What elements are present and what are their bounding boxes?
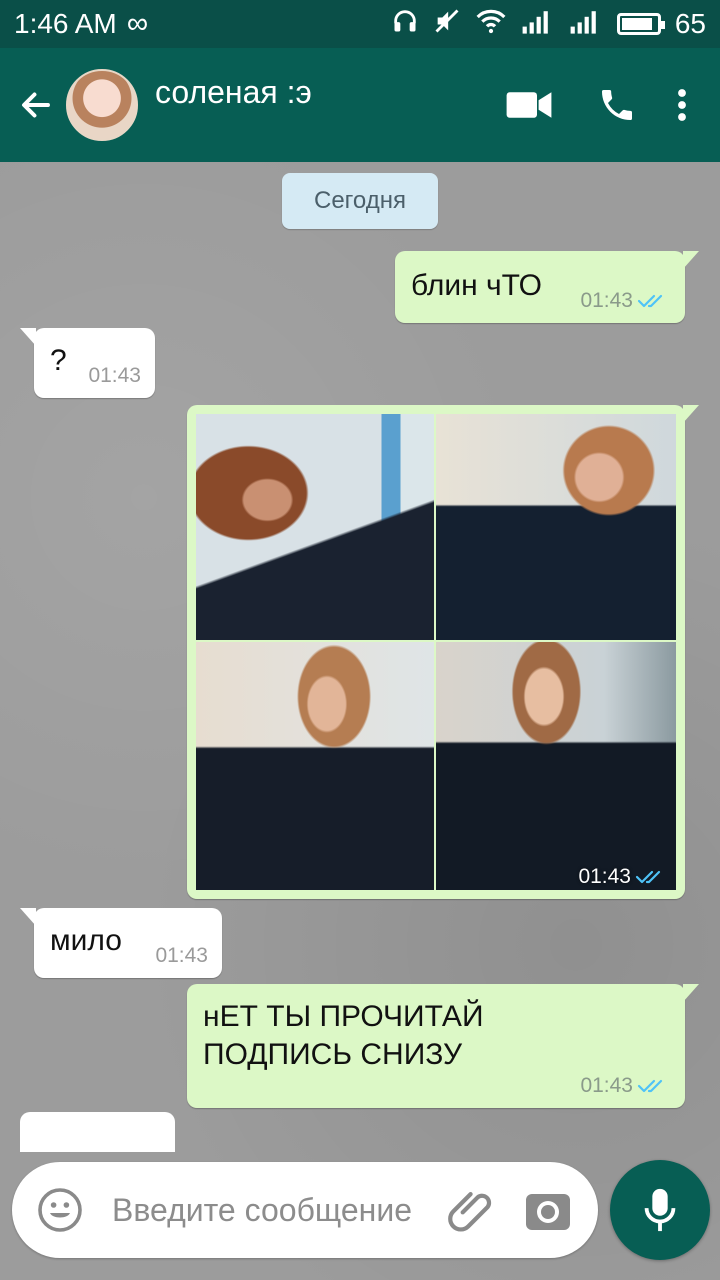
signal-icon: [521, 7, 555, 42]
message-incoming-partial[interactable]: [20, 1112, 175, 1152]
message-time: 01:43: [155, 944, 208, 967]
double-check-icon: [637, 294, 663, 308]
message-meta: 01:43: [578, 865, 669, 889]
camera-icon: [526, 1194, 570, 1230]
message-outgoing[interactable]: блин чТО 01:43: [395, 251, 699, 323]
status-bar: 1:46 AM ∞ 65: [0, 0, 720, 48]
mic-icon: [644, 1188, 676, 1232]
message-meta: 01:43: [580, 1074, 671, 1098]
signal-icon: [569, 7, 603, 42]
phone-call-icon: [602, 90, 632, 120]
headphones-icon: [391, 7, 419, 42]
photo-tile: [196, 414, 434, 640]
back-button[interactable]: [6, 75, 66, 135]
message-input[interactable]: [112, 1184, 462, 1236]
chat-area[interactable]: Сегодня блин чТО 01:43 ? 01:43 01:43 мил…: [0, 162, 720, 1280]
chat-header: соленая :э: [0, 48, 720, 162]
status-left: 1:46 AM ∞: [14, 7, 148, 41]
avatar[interactable]: [66, 69, 138, 141]
message-outgoing[interactable]: нЕТ ТЫ ПРОЧИТАЙ ПОДПИСЬ СНИЗУ 01:43: [187, 984, 699, 1108]
double-check-icon: [635, 870, 661, 884]
voice-record-button[interactable]: [610, 1160, 710, 1260]
message-line: нЕТ ТЫ ПРОЧИТАЙ: [203, 1000, 484, 1033]
emoji-button[interactable]: [36, 1186, 84, 1234]
message-time: 01:43: [578, 865, 631, 888]
emoji-icon: [38, 1188, 82, 1232]
message-text: нЕТ ТЫ ПРОЧИТАЙ ПОДПИСЬ СНИЗУ: [203, 998, 484, 1074]
attach-icon: [448, 1192, 492, 1232]
video-call-icon: [506, 92, 552, 118]
message-incoming[interactable]: мило 01:43: [20, 908, 222, 978]
back-arrow-icon: [22, 92, 50, 118]
message-meta: 01:43: [580, 289, 671, 313]
message-incoming[interactable]: ? 01:43: [20, 328, 155, 398]
voice-call-button[interactable]: [582, 70, 652, 140]
message-time: 01:43: [580, 289, 633, 312]
date-chip: Сегодня: [282, 173, 438, 229]
battery-icon: [616, 13, 665, 35]
camera-button[interactable]: [522, 1186, 574, 1234]
photo-tile: [196, 642, 434, 890]
message-text: ?: [50, 344, 67, 377]
message-text: мило: [50, 924, 122, 957]
message-time: 01:43: [580, 1074, 633, 1097]
attach-button[interactable]: [444, 1182, 500, 1238]
mute-icon: [433, 7, 461, 42]
message-line: ПОДПИСЬ СНИЗУ: [203, 1038, 463, 1071]
contact-name[interactable]: соленая :э: [155, 74, 312, 111]
double-check-icon: [637, 1079, 663, 1093]
image-collage[interactable]: [196, 414, 676, 890]
wifi-icon: [475, 7, 507, 42]
status-right: 65: [391, 7, 706, 42]
infinity-icon: ∞: [126, 7, 149, 40]
clock: 1:46 AM: [14, 8, 117, 39]
message-composer: [12, 1162, 598, 1258]
message-time: 01:43: [88, 364, 141, 387]
more-vert-icon: [678, 89, 686, 121]
video-call-button[interactable]: [494, 70, 564, 140]
message-text: блин чТО: [411, 269, 542, 302]
message-outgoing-image[interactable]: 01:43: [187, 405, 699, 899]
more-options-button[interactable]: [662, 70, 702, 140]
battery-level: 65: [674, 8, 706, 39]
photo-tile: [436, 642, 676, 890]
header-actions: [494, 70, 720, 140]
photo-tile: [436, 414, 676, 640]
